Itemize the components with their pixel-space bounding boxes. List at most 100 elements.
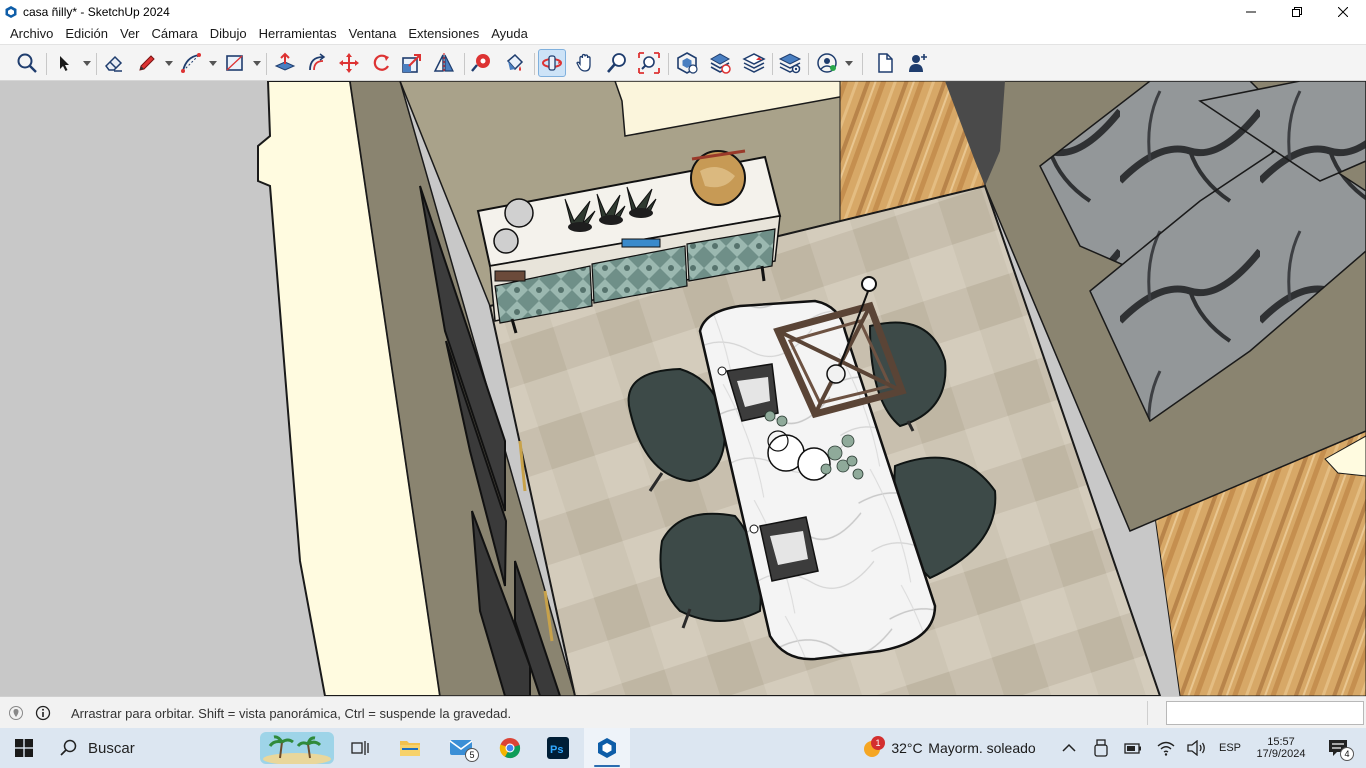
task-view-button[interactable] (344, 728, 376, 768)
search-placeholder: Buscar (88, 739, 135, 757)
chevron-down-icon[interactable] (209, 61, 217, 67)
layout-icon (742, 53, 766, 73)
menu-ayuda[interactable]: Ayuda (485, 23, 534, 44)
chrome-icon (499, 738, 521, 759)
account-icon (817, 53, 837, 73)
paint-bucket-tool-button[interactable] (500, 49, 528, 77)
sketchup-logo-icon (598, 738, 616, 758)
rectangle-tool-button[interactable] (221, 49, 249, 77)
photoshop-icon: Ps (547, 737, 569, 759)
taskbar-sketchup[interactable] (584, 728, 630, 768)
volume-button[interactable] (1185, 728, 1209, 768)
mail-count-badge: 5 (465, 748, 479, 762)
flip-icon (433, 53, 454, 73)
zoom-tool-button[interactable] (603, 49, 631, 77)
close-button[interactable] (1320, 0, 1366, 23)
send-to-layout-button[interactable] (740, 49, 768, 77)
search-tool-button[interactable] (13, 49, 41, 77)
folder-icon (400, 741, 420, 756)
language-button[interactable]: ESP (1214, 728, 1246, 768)
offset-tool-button[interactable] (303, 49, 331, 77)
menu-camara[interactable]: Cámara (146, 23, 204, 44)
clock-button[interactable]: 15:57 17/9/2024 (1248, 728, 1314, 768)
taskbar-file-explorer[interactable] (392, 728, 428, 768)
tape-measure-icon (471, 54, 490, 72)
device-button[interactable] (1090, 728, 1112, 768)
zoom-extents-tool-button[interactable] (635, 49, 663, 77)
orbit-icon (542, 55, 562, 71)
search-icon (60, 739, 77, 756)
orbit-tool-button[interactable] (538, 49, 566, 77)
3d-warehouse-button[interactable] (673, 49, 701, 77)
wifi-button[interactable] (1154, 728, 1178, 768)
geo-location-icon[interactable] (8, 705, 24, 721)
push-pull-icon (274, 52, 296, 71)
scale-tool-button[interactable] (398, 49, 426, 77)
taskbar-photoshop[interactable]: Ps (540, 728, 576, 768)
line-tool-button[interactable] (133, 49, 161, 77)
restore-button[interactable] (1274, 0, 1320, 23)
arc-tool-button[interactable] (177, 49, 205, 77)
move-tool-button[interactable] (335, 49, 363, 77)
menu-bar: Archivo Edición Ver Cámara Dibujo Herram… (0, 23, 1366, 44)
weather-text-button[interactable]: Mayorm. soleado (926, 728, 1038, 768)
weather-text: Mayorm. soleado (928, 740, 1036, 756)
minimize-button[interactable] (1228, 0, 1274, 23)
temperature-button[interactable]: 32°C (888, 728, 926, 768)
menu-edicion[interactable]: Edición (59, 23, 114, 44)
notifications-button[interactable]: 4 (1318, 728, 1358, 768)
menu-archivo[interactable]: Archivo (4, 23, 59, 44)
chevron-down-icon[interactable] (253, 61, 261, 67)
extension-warehouse-icon (709, 53, 731, 74)
measurements-box[interactable] (1166, 701, 1364, 725)
menu-dibujo[interactable]: Dibujo (204, 23, 253, 44)
eraser-tool-button[interactable] (100, 49, 128, 77)
taskbar-mail[interactable]: 5 (443, 728, 479, 768)
pan-icon (576, 53, 591, 72)
3d-viewport[interactable] (0, 81, 1366, 696)
extension-manager-button[interactable] (776, 49, 804, 77)
toolbar-separator (464, 53, 465, 75)
toolbar-separator (96, 53, 97, 75)
rotate-tool-button[interactable] (367, 49, 395, 77)
chevron-up-icon (1062, 743, 1076, 752)
account-button[interactable] (813, 49, 841, 77)
select-arrow-icon (60, 56, 69, 71)
flip-tool-button[interactable] (430, 49, 458, 77)
status-hint-text: Arrastrar para orbitar. Shift = vista pa… (71, 706, 512, 721)
taskbar-search[interactable]: Buscar (48, 728, 340, 768)
wifi-icon (1157, 741, 1175, 756)
new-file-button[interactable] (871, 49, 899, 77)
eraser-icon (105, 55, 123, 72)
title-bar: casa ñilly* - SketchUp 2024 (0, 0, 1366, 23)
push-pull-tool-button[interactable] (271, 49, 299, 77)
select-tool-button[interactable] (50, 49, 78, 77)
window-title: casa ñilly* - SketchUp 2024 (23, 4, 170, 19)
menu-ventana[interactable]: Ventana (343, 23, 403, 44)
weather-widget-icon-button[interactable]: 1 (858, 728, 886, 768)
chevron-down-icon[interactable] (83, 61, 91, 67)
battery-button[interactable] (1122, 728, 1144, 768)
clock-time: 15:57 (1267, 736, 1295, 748)
menu-extensiones[interactable]: Extensiones (402, 23, 485, 44)
start-button[interactable] (0, 728, 48, 768)
chevron-down-icon[interactable] (165, 61, 173, 67)
new-file-icon (878, 53, 893, 73)
add-user-button[interactable] (903, 49, 931, 77)
toolbar-separator (534, 53, 535, 75)
battery-icon (1124, 743, 1141, 754)
show-hidden-icons-button[interactable] (1058, 728, 1080, 768)
chevron-down-icon[interactable] (845, 61, 853, 67)
temperature-text: 32°C (891, 740, 923, 756)
tape-measure-tool-button[interactable] (468, 49, 496, 77)
status-bar: Arrastrar para orbitar. Shift = vista pa… (0, 696, 1366, 728)
pan-tool-button[interactable] (571, 49, 599, 77)
menu-ver[interactable]: Ver (114, 23, 146, 44)
menu-herramientas[interactable]: Herramientas (253, 23, 343, 44)
extension-warehouse-button[interactable] (706, 49, 734, 77)
arc-icon (181, 53, 201, 73)
taskbar-chrome[interactable] (492, 728, 528, 768)
offset-icon (309, 53, 326, 71)
sketchup-logo-icon (5, 5, 17, 18)
info-icon[interactable] (35, 705, 51, 721)
